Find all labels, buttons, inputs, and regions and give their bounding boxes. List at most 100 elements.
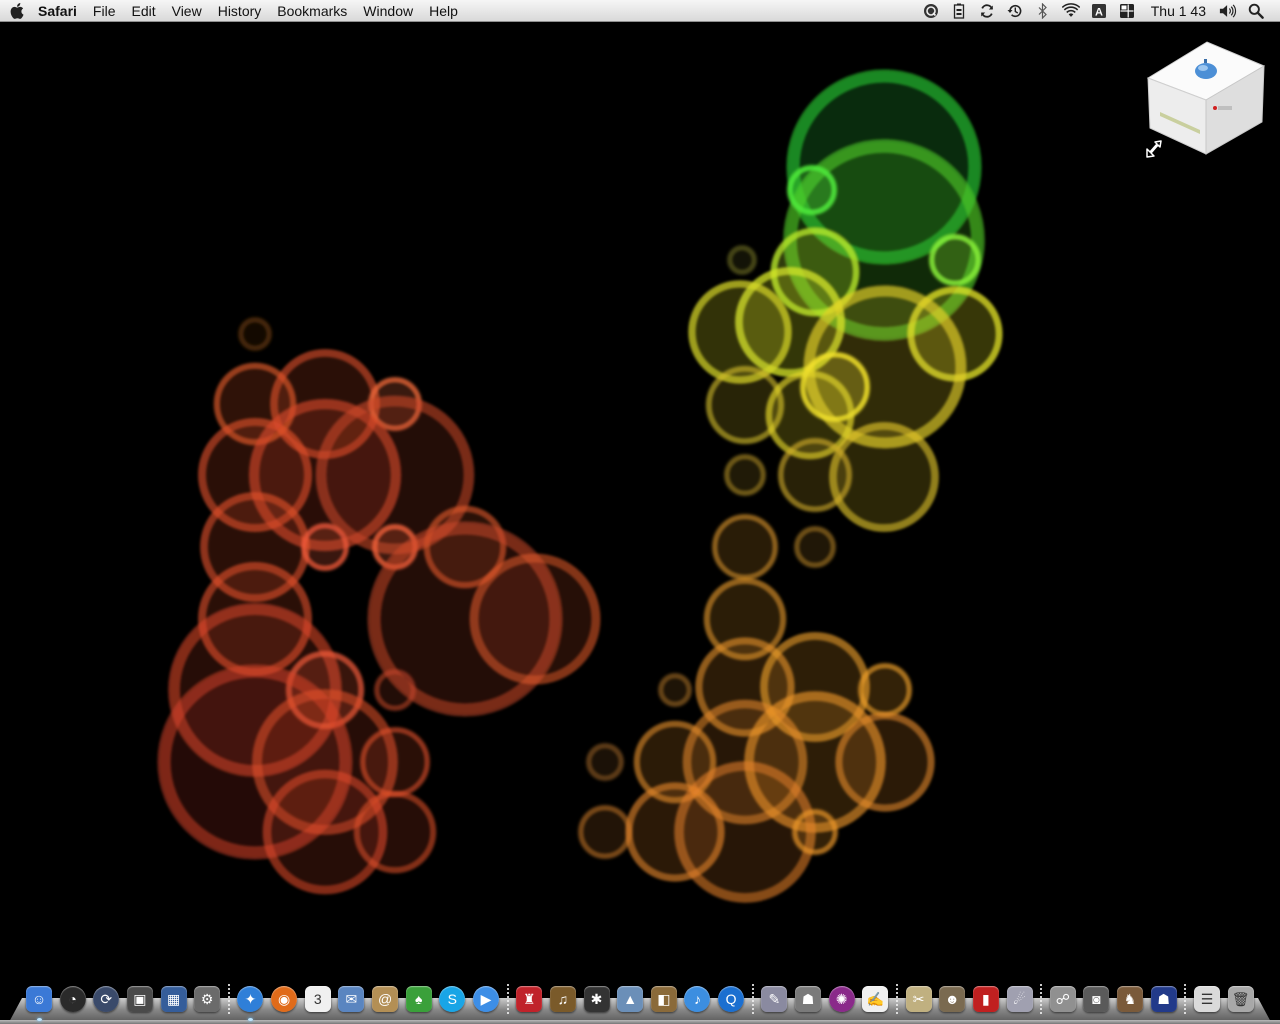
time-machine-icon[interactable]	[1006, 2, 1024, 20]
menu-history[interactable]: History	[210, 0, 270, 22]
firefox-icon[interactable]: ◉	[271, 986, 298, 1012]
screenshot-icon[interactable]: ◙	[1083, 986, 1110, 1012]
script-editor-icon[interactable]: ✎	[761, 986, 788, 1012]
menu-help[interactable]: Help	[421, 0, 466, 22]
dashboard-icon[interactable]: ◔	[59, 986, 86, 1012]
dock-icon-glyph: ☍	[1055, 990, 1070, 1007]
spaces-icon[interactable]	[1118, 2, 1136, 20]
dock-icon-glyph: ✉	[345, 990, 358, 1007]
sync-icon[interactable]	[978, 2, 996, 20]
dock-icon-glyph: ♠	[414, 991, 423, 1007]
garageband-icon[interactable]: ♫	[549, 986, 576, 1012]
dock-icon-glyph: ☗	[801, 990, 815, 1007]
chess-icon[interactable]: ♞	[1117, 986, 1144, 1012]
gimp-icon[interactable]: ☻	[939, 986, 966, 1012]
dock-icon-glyph: ♞	[1123, 990, 1137, 1007]
dock-icon-glyph: ◔	[68, 991, 77, 1007]
directory-utility-icon[interactable]: ✺	[828, 986, 855, 1012]
photo-app-icon[interactable]: ▮	[972, 986, 999, 1012]
dock-icon-glyph: @	[377, 991, 393, 1007]
imovie-icon[interactable]: ✱	[583, 986, 610, 1012]
mail-icon[interactable]: ✉	[338, 986, 365, 1012]
bokeh-circle	[857, 662, 913, 718]
time-machine-icon[interactable]: ⟳	[93, 986, 120, 1012]
dock-separator	[227, 984, 230, 1014]
dock-icon-glyph: ✍	[866, 990, 885, 1007]
battery-monitor-icon[interactable]	[950, 2, 968, 20]
photo-booth-icon[interactable]: ▣	[126, 986, 153, 1012]
spaces-icon[interactable]: ▦	[160, 986, 187, 1012]
ical-icon[interactable]: 3	[304, 986, 331, 1012]
quicktime-icon[interactable]: Q	[718, 986, 745, 1012]
dock-separator	[895, 984, 898, 1014]
menu-bookmarks[interactable]: Bookmarks	[269, 0, 355, 22]
dock-icon-glyph: Q	[725, 991, 737, 1007]
dock-icon-glyph: ☰	[1200, 990, 1214, 1007]
textedit-icon[interactable]: ✍	[862, 986, 889, 1012]
wifi-icon[interactable]	[1061, 2, 1080, 20]
system-preferences-icon[interactable]: ⚙	[194, 986, 221, 1012]
bokeh-circle	[359, 726, 431, 798]
menu-edit[interactable]: Edit	[123, 0, 163, 22]
menu-window[interactable]: Window	[355, 0, 421, 22]
quicksilver-icon[interactable]	[922, 2, 940, 20]
desktop-screen: Safari File Edit View History Bookmarks …	[0, 0, 1280, 1024]
bokeh-circle	[300, 522, 350, 572]
itunes-icon[interactable]: ♪	[684, 986, 711, 1012]
running-indicator	[37, 1018, 42, 1021]
bokeh-circle	[928, 233, 982, 287]
disk-utility-icon[interactable]: ✂	[905, 986, 932, 1012]
bluetooth-icon[interactable]	[1034, 2, 1052, 20]
dock-icon-glyph: ☺	[31, 991, 47, 1007]
iweb-icon[interactable]: ◧	[650, 986, 677, 1012]
dock-icon-glyph: ▲	[623, 991, 638, 1007]
bokeh-circle	[353, 790, 437, 874]
trash-icon[interactable]: 🗑	[1227, 986, 1254, 1012]
spotlight-icon[interactable]	[1247, 2, 1265, 20]
volume-icon[interactable]	[1219, 2, 1237, 20]
app-menu-safari[interactable]: Safari	[34, 0, 85, 22]
finder-icon[interactable]: ☺	[26, 986, 52, 1021]
desktop-icon-installer-box[interactable]	[1140, 38, 1270, 168]
dock-icon-glyph: ✎	[768, 990, 781, 1007]
menu-bar: Safari File Edit View History Bookmarks …	[0, 0, 1280, 22]
bokeh-circle	[777, 437, 853, 513]
skype-icon[interactable]: S	[439, 986, 466, 1012]
apple-menu-icon[interactable]	[0, 0, 34, 21]
dock-icon-glyph: ✂	[912, 990, 925, 1007]
dock-icon-glyph: ✺	[835, 990, 848, 1007]
address-book-icon[interactable]: @	[372, 986, 399, 1012]
ichat-icon[interactable]: ▶	[472, 986, 499, 1012]
bokeh-circle	[786, 164, 838, 216]
dock-icon-glyph: S	[447, 991, 457, 1007]
menu-file[interactable]: File	[85, 0, 124, 22]
game-icon[interactable]: ☗	[1150, 986, 1177, 1012]
dock-icon-glyph: ▣	[133, 990, 147, 1007]
dock-icon-glyph: ♫	[557, 991, 569, 1007]
bokeh-circle	[711, 513, 779, 581]
dock-icon-glyph: ♪	[693, 991, 701, 1007]
preview-icon[interactable]: ☄	[1006, 986, 1033, 1012]
bokeh-circle	[577, 804, 633, 860]
alias-arrow-icon	[1146, 140, 1162, 158]
utility-icon[interactable]: ☍	[1049, 986, 1076, 1012]
bokeh-circle	[723, 453, 767, 497]
dock-icon-glyph: ◙	[1092, 991, 1101, 1007]
dock-separator	[751, 984, 754, 1014]
front-row-icon[interactable]: ♜	[516, 986, 543, 1012]
car-app-icon[interactable]: ♠	[405, 986, 432, 1012]
dock-icon-glyph: ◧	[657, 990, 671, 1007]
input-menu-icon[interactable]: A	[1090, 2, 1108, 20]
iphoto-icon[interactable]: ▲	[617, 986, 644, 1012]
menu-clock[interactable]: Thu 1 43	[1141, 3, 1214, 19]
automator-icon[interactable]: ☗	[795, 986, 822, 1012]
bokeh-circle	[373, 668, 417, 712]
safari-icon[interactable]: ✦	[237, 986, 264, 1021]
documents-stack-icon[interactable]: ☰	[1193, 986, 1220, 1012]
menu-view[interactable]: View	[164, 0, 210, 22]
dock-icon-glyph: ♜	[522, 990, 536, 1007]
dock-separator	[506, 984, 509, 1014]
dock-icon-glyph: ▶	[480, 990, 492, 1007]
dock-icon-glyph: ◉	[278, 990, 291, 1007]
dock-icon-glyph: ☗	[1157, 990, 1170, 1007]
